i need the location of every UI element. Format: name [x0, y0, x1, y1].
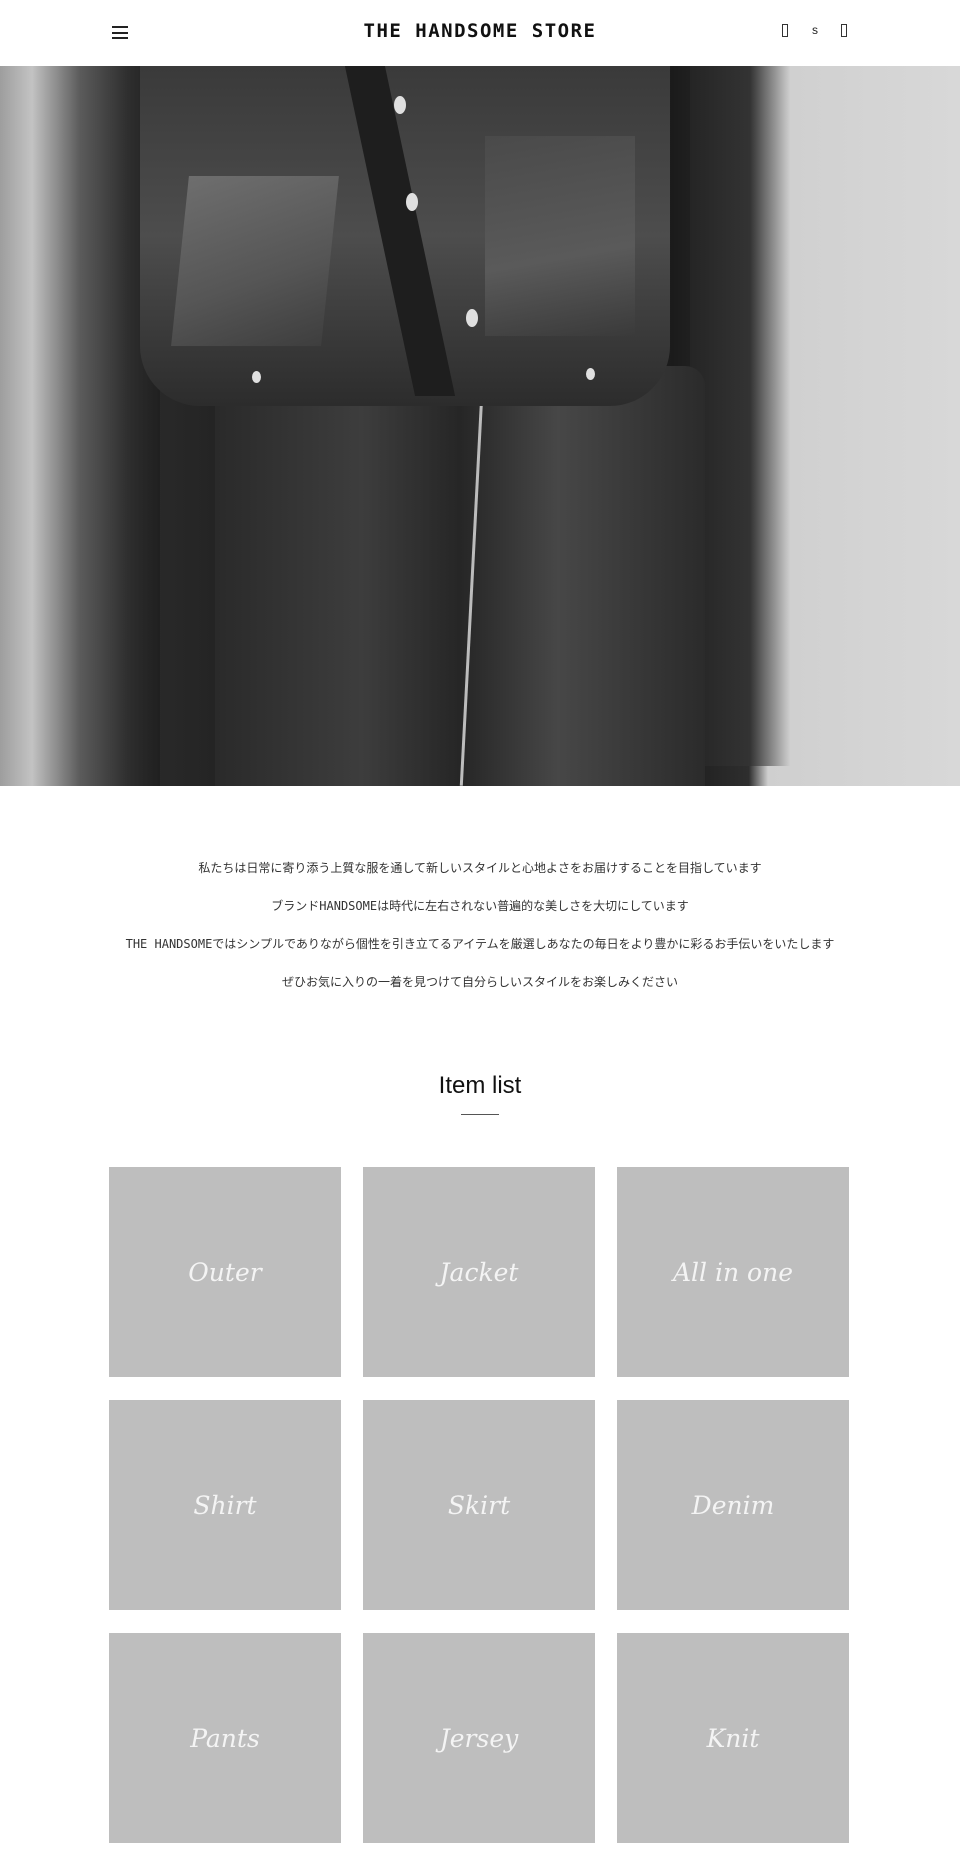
hero-shirt-button: [394, 96, 406, 114]
header-icons: s: [782, 24, 847, 37]
category-label: Skirt: [447, 1490, 511, 1520]
category-tile-shirt[interactable]: Shirt: [109, 1400, 341, 1610]
category-label: Outer: [188, 1257, 262, 1287]
category-tile-jacket[interactable]: Jacket: [363, 1167, 595, 1377]
category-label: Knit: [706, 1723, 760, 1753]
category-label: Jersey: [439, 1723, 519, 1753]
hero-shirt-button: [466, 309, 478, 327]
hero-shirt-button: [406, 193, 418, 211]
hero-right-arm: [690, 66, 790, 766]
hero-jeans-rivet: [586, 368, 595, 380]
category-tile-jersey[interactable]: Jersey: [363, 1633, 595, 1843]
search-icon[interactable]: [782, 24, 788, 37]
category-tile-all-in-one[interactable]: All in one: [617, 1167, 849, 1377]
hero-shirt-pocket-right: [485, 136, 635, 336]
category-label: All in one: [673, 1257, 793, 1287]
hero-jeans-rivet: [252, 371, 261, 383]
category-label: Pants: [190, 1723, 260, 1753]
intro-line: THE HANDSOMEではシンプルでありながら個性を引き立てるアイテムを厳選し…: [125, 937, 835, 951]
intro-line: ぜひお気に入りの一着を見つけて自分らしいスタイルをお楽しみください: [281, 975, 678, 989]
category-tile-knit[interactable]: Knit: [617, 1633, 849, 1843]
cart-icon[interactable]: [841, 24, 847, 37]
category-label: Denim: [691, 1490, 775, 1520]
intro-line: ブランドHANDSOMEは時代に左右されない普遍的な美しさを大切にしています: [271, 899, 689, 913]
category-tile-outer[interactable]: Outer: [109, 1167, 341, 1377]
category-tile-denim[interactable]: Denim: [617, 1400, 849, 1610]
item-list-title: Item list: [438, 1072, 522, 1099]
hero-image: [0, 66, 960, 786]
hero-jeans: [215, 366, 705, 786]
category-label: Jacket: [439, 1257, 519, 1287]
category-tile-pants[interactable]: Pants: [109, 1633, 341, 1843]
hero-left-arm: [0, 66, 160, 786]
hero-shirt-pocket-left: [171, 176, 339, 346]
site-header: THE HANDSOME STORE s: [0, 0, 960, 66]
category-tile-skirt[interactable]: Skirt: [363, 1400, 595, 1610]
title-divider: [461, 1114, 499, 1115]
account-icon[interactable]: s: [812, 24, 818, 37]
category-label: Shirt: [193, 1490, 257, 1520]
intro-line: 私たちは日常に寄り添う上質な服を通して新しいスタイルと心地よさをお届けすることを…: [198, 861, 762, 875]
intro-text: 私たちは日常に寄り添う上質な服を通して新しいスタイルと心地よさをお届けすることを…: [0, 786, 960, 990]
category-grid: Outer Jacket All in one Shirt Skirt Deni…: [109, 1167, 849, 1855]
